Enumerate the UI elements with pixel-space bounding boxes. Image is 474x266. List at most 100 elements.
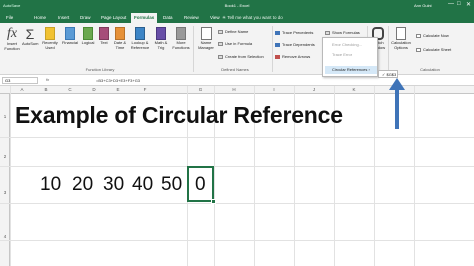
remove-arrows-icon	[275, 55, 280, 59]
math-book-icon	[156, 27, 166, 40]
name-tag-icon	[200, 27, 212, 40]
name-box[interactable]: G3	[2, 77, 38, 84]
calculation-label: Calculation	[420, 67, 440, 72]
lookup-book-icon	[135, 27, 145, 40]
calendar-icon	[115, 27, 125, 40]
use-in-formula-button[interactable]: Use in Formula	[218, 41, 252, 46]
trace-precedents-button[interactable]: Trace Precedents	[275, 30, 313, 35]
defined-names-label: Defined Names	[221, 67, 249, 72]
cell-d3[interactable]: 30	[103, 174, 124, 196]
annotation-arrow	[395, 89, 399, 129]
lookup-reference-button[interactable]: Lookup & Reference	[129, 27, 151, 50]
calculate-now-button[interactable]: Calculate Now	[416, 33, 449, 38]
math-trig-button[interactable]: Math & Trig	[153, 27, 169, 50]
gridline	[374, 86, 375, 266]
remove-arrows-button[interactable]: Remove Arrows	[275, 54, 310, 59]
window-title: Book1 - Excel	[224, 3, 250, 8]
selected-cell-border	[187, 166, 214, 202]
more-functions-icon	[176, 27, 186, 40]
calculate-sheet-icon	[416, 48, 421, 52]
name-manager-button[interactable]: Name Manager	[195, 27, 217, 50]
fx-icon: fx	[6, 26, 18, 41]
tell-me-box[interactable]: ☀ Tell me what you want to do	[222, 15, 283, 21]
logical-button[interactable]: Logical	[80, 27, 96, 46]
gridline	[0, 166, 474, 167]
column-header[interactable]: C	[58, 87, 82, 92]
use-in-formula-icon	[218, 42, 223, 46]
ribbon-formulas: fx Insert Function Σ AutoSum Recently Us…	[0, 23, 474, 75]
tab-draw[interactable]: Draw	[80, 15, 91, 20]
autosum-button[interactable]: Σ AutoSum	[22, 27, 38, 47]
cell-e3[interactable]: 40	[132, 174, 153, 196]
column-header[interactable]: D	[82, 87, 106, 92]
sigma-icon: Σ	[25, 26, 35, 42]
tab-home[interactable]: Home	[34, 15, 46, 20]
gridline	[10, 86, 11, 266]
insert-function-button[interactable]: fx Insert Function	[4, 27, 20, 51]
fx-label[interactable]: fx	[46, 77, 49, 82]
column-header[interactable]: B	[34, 87, 58, 92]
tab-insert[interactable]: Insert	[58, 15, 69, 20]
cell-f3[interactable]: 50	[161, 174, 182, 196]
minimize-button[interactable]: —	[448, 1, 454, 7]
text-book-icon	[99, 27, 109, 40]
row-header[interactable]: 1	[0, 114, 10, 119]
star-book-icon	[45, 27, 55, 40]
cell-b3[interactable]: 10	[40, 174, 61, 196]
restore-button[interactable]: □	[457, 1, 461, 7]
title-bar: AutoSave Book1 - Excel Ann Gulni — □ ✕	[0, 0, 474, 12]
column-header[interactable]: H	[214, 87, 254, 92]
tab-data[interactable]: Data	[163, 15, 173, 20]
tab-view[interactable]: View	[210, 15, 220, 20]
recently-used-button[interactable]: Recently Used	[40, 27, 60, 50]
tell-me-text: Tell me what you want to do	[227, 15, 283, 20]
row-header[interactable]: 3	[0, 190, 10, 195]
define-name-icon	[218, 30, 223, 34]
fill-handle[interactable]	[211, 199, 216, 204]
column-header[interactable]: G	[187, 87, 214, 92]
user-name[interactable]: Ann Gulni	[414, 3, 432, 8]
create-from-selection-button[interactable]: Create from Selection	[218, 54, 264, 59]
tab-page-layout[interactable]: Page Layout	[101, 15, 126, 20]
logical-book-icon	[83, 27, 93, 40]
calculator-icon	[396, 27, 406, 40]
group-separator	[272, 26, 273, 72]
calculate-sheet-button[interactable]: Calculate Sheet	[416, 47, 451, 52]
gridline	[0, 137, 474, 138]
column-header[interactable]: F	[130, 87, 160, 92]
financial-book-icon	[65, 27, 75, 40]
text-button[interactable]: Text	[97, 27, 111, 46]
column-header[interactable]: I	[254, 87, 294, 92]
error-checking-menu: Error Checking... Trace Error Circular R…	[322, 37, 378, 77]
column-header[interactable]: K	[334, 87, 374, 92]
column-header[interactable]: E	[106, 87, 130, 92]
trace-dependents-button[interactable]: Trace Dependents	[275, 42, 315, 47]
calculation-options-button[interactable]: Calculation Options	[389, 27, 413, 50]
column-header[interactable]: J	[294, 87, 334, 92]
menu-item-error-checking[interactable]: Error Checking...	[325, 41, 377, 49]
sheet-heading[interactable]: Example of Circular Reference	[15, 102, 343, 129]
column-header[interactable]: A	[10, 87, 34, 92]
tab-formulas[interactable]: Formulas	[131, 13, 158, 23]
show-formulas-button[interactable]: Show Formulas	[325, 30, 360, 35]
menu-item-trace-error[interactable]: Trace Error	[325, 51, 377, 59]
circular-references-submenu[interactable]: ✓ $G$3	[378, 70, 398, 78]
show-formulas-icon	[325, 31, 330, 35]
close-button[interactable]: ✕	[466, 1, 471, 8]
formula-input[interactable]: =B3+C3+D3+E3+F3+G3	[96, 78, 140, 83]
gridline	[414, 86, 415, 266]
date-time-button[interactable]: Date & Time	[112, 27, 128, 50]
row-header[interactable]: 4	[0, 234, 10, 239]
tab-review[interactable]: Review	[184, 15, 199, 20]
more-functions-button[interactable]: More Functions	[170, 27, 192, 50]
financial-button[interactable]: Financial	[61, 27, 79, 46]
cell-c3[interactable]: 20	[72, 174, 93, 196]
gridline	[0, 203, 474, 204]
menu-item-circular-references[interactable]: Circular References ›	[325, 66, 377, 74]
tab-file[interactable]: File	[6, 15, 13, 20]
calculate-now-icon	[416, 34, 421, 38]
row-header[interactable]: 2	[0, 154, 10, 159]
trace-precedents-icon	[275, 31, 280, 35]
define-name-button[interactable]: Define Name	[218, 29, 248, 34]
create-from-selection-icon	[218, 55, 223, 59]
